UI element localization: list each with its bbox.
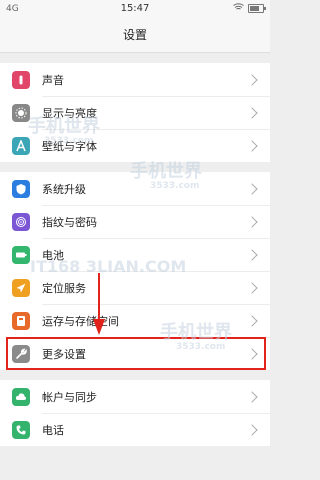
shield-icon xyxy=(12,179,30,198)
settings-item-label: 声音 xyxy=(42,73,64,87)
settings-item-sound[interactable]: 声音 xyxy=(0,63,270,96)
settings-item-label: 运存与存储空间 xyxy=(42,314,119,328)
chevron-right-icon xyxy=(246,182,258,195)
chevron-right-icon xyxy=(246,281,258,294)
location-icon xyxy=(12,278,30,297)
settings-item-label: 帐户与同步 xyxy=(42,390,97,404)
settings-item-label: 指纹与密码 xyxy=(42,215,97,229)
battery-status-icon xyxy=(248,4,266,13)
settings-item-label: 更多设置 xyxy=(42,347,86,361)
settings-item-label: 电话 xyxy=(42,423,64,437)
chevron-right-icon xyxy=(246,215,258,228)
chevron-right-icon xyxy=(246,390,258,403)
settings-item-label: 电池 xyxy=(42,248,64,262)
settings-group: 帐户与同步 电话 xyxy=(0,380,270,446)
page-title: 设置 xyxy=(0,18,270,53)
settings-item-label: 系统升级 xyxy=(42,182,86,196)
settings-item-phone[interactable]: 电话 xyxy=(0,413,270,446)
settings-group: 声音显示与亮度壁纸与字体 xyxy=(0,63,270,162)
chevron-right-icon xyxy=(246,347,258,360)
chevron-right-icon xyxy=(246,314,258,327)
sun-icon xyxy=(12,103,30,122)
chevron-right-icon xyxy=(246,423,258,436)
settings-item-location[interactable]: 定位服务 xyxy=(0,271,270,304)
settings-item-wallpaper[interactable]: 壁纸与字体 xyxy=(0,129,270,162)
wrench-icon xyxy=(12,344,30,363)
arrow-annotation xyxy=(93,273,105,335)
settings-item-battery[interactable]: 电池 xyxy=(0,238,270,271)
chevron-right-icon xyxy=(246,106,258,119)
settings-item-label: 定位服务 xyxy=(42,281,86,295)
storage-icon xyxy=(12,311,30,330)
settings-item-fingerprint[interactable]: 指纹与密码 xyxy=(0,205,270,238)
battery-icon xyxy=(12,245,30,264)
settings-item-accounts[interactable]: 帐户与同步 xyxy=(0,380,270,413)
cloud-icon xyxy=(12,387,30,406)
settings-group: 系统升级指纹与密码电池定位服务运存与存储空间 更多设置 xyxy=(0,172,270,370)
clock: 15:47 xyxy=(120,3,150,14)
wifi-icon xyxy=(233,3,244,14)
status-bar: 4G 15:47 xyxy=(0,0,270,18)
phone-icon xyxy=(12,420,30,439)
settings-item-display[interactable]: 显示与亮度 xyxy=(0,96,270,129)
settings-list: 声音显示与亮度壁纸与字体系统升级指纹与密码电池定位服务运存与存储空间 更多设置帐户… xyxy=(0,63,270,446)
settings-item-storage[interactable]: 运存与存储空间 xyxy=(0,304,270,337)
settings-item-more[interactable]: 更多设置 xyxy=(0,337,270,370)
chevron-right-icon xyxy=(246,139,258,152)
settings-item-update[interactable]: 系统升级 xyxy=(0,172,270,205)
font-icon xyxy=(12,136,30,155)
settings-item-label: 显示与亮度 xyxy=(42,106,97,120)
chevron-right-icon xyxy=(246,248,258,261)
chevron-right-icon xyxy=(246,73,258,86)
settings-item-label: 壁纸与字体 xyxy=(42,139,97,153)
fingerprint-icon xyxy=(12,212,30,231)
speaker-icon xyxy=(12,70,30,89)
